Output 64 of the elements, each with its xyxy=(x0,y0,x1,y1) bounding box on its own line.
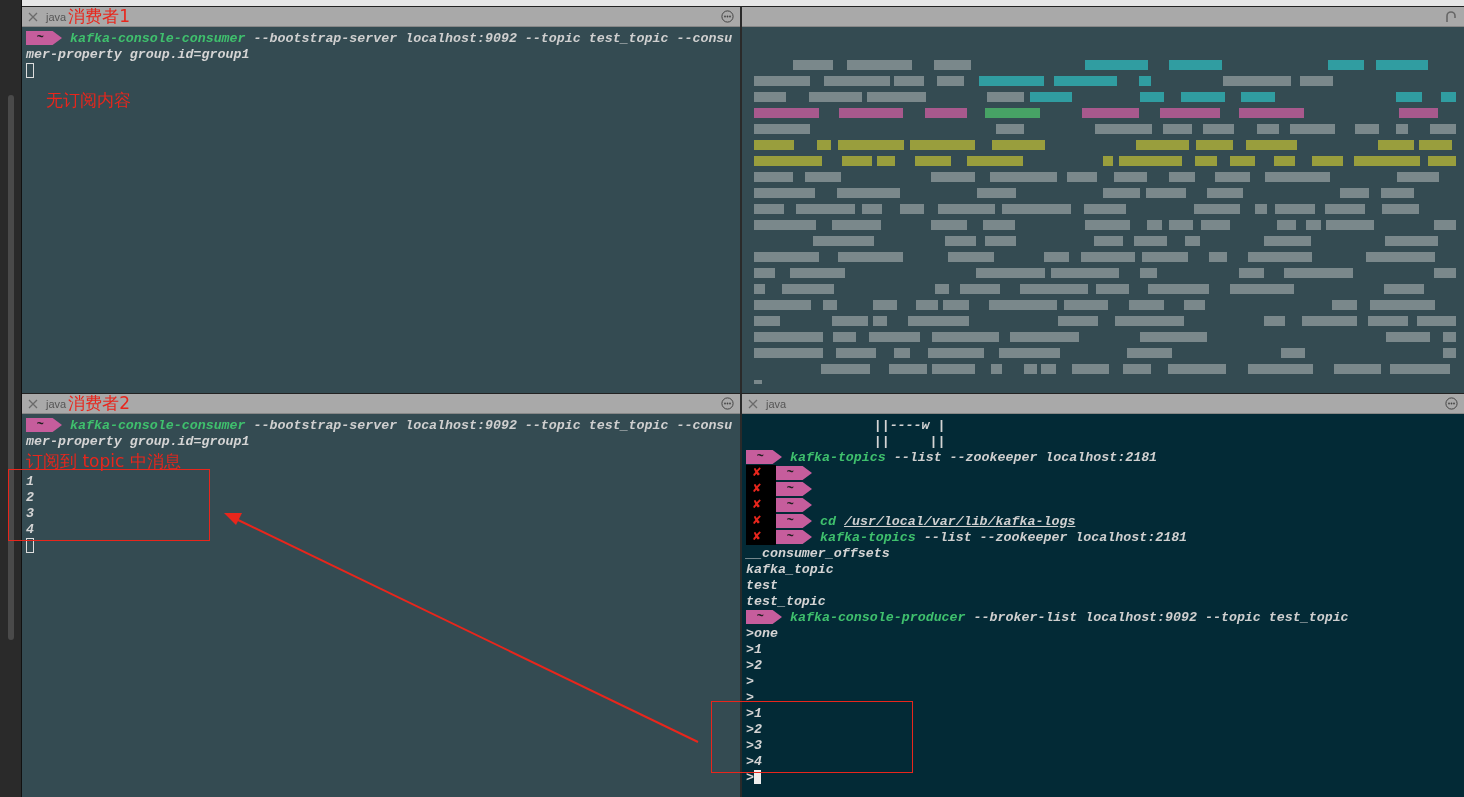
output-text: mer-property group.id=group1 xyxy=(26,46,250,62)
output-text: >4 xyxy=(746,753,762,769)
command-text: kafka-topics xyxy=(790,449,886,465)
output-text: 3 xyxy=(26,505,34,521)
error-mark: ✘ xyxy=(746,513,776,529)
output-text: 4 xyxy=(26,521,34,537)
prompt-segment: ~ xyxy=(776,498,812,512)
prompt-segment: ~ xyxy=(26,31,62,45)
more-icon[interactable] xyxy=(721,10,734,23)
argument-text: --list --zookeeper localhost:2181 xyxy=(923,529,1188,545)
text-cursor xyxy=(26,62,34,78)
annotation-text: 订阅到 topic 中消息 xyxy=(26,450,182,473)
error-mark: ✘ xyxy=(746,481,776,497)
argument-text: /usr/local/var/lib/kafka-logs xyxy=(843,513,1076,529)
prompt-segment: ~ xyxy=(746,450,782,464)
tab-title[interactable]: java xyxy=(766,397,787,410)
output-text: || || xyxy=(872,433,946,449)
output-text: 2 xyxy=(26,489,34,505)
annotation-text: 消费者1 xyxy=(68,5,130,28)
argument-text: --broker-list localhost:9092 --topic test_topic xyxy=(973,609,1349,625)
output-text: test xyxy=(746,577,778,593)
tab-title[interactable]: java xyxy=(46,10,67,23)
command-text: kafka-console-producer xyxy=(790,609,966,625)
output-text: >one xyxy=(746,625,778,641)
more-icon[interactable] xyxy=(1445,397,1458,410)
output-text: > xyxy=(746,673,754,689)
close-icon[interactable] xyxy=(28,398,38,409)
argument-text: --list --zookeeper localhost:2181 xyxy=(893,449,1158,465)
output-text: > xyxy=(746,769,754,785)
command-text: kafka-console-consumer xyxy=(70,417,246,433)
argument-text: --bootstrap-server localhost:9092 --topic test_topic --consu xyxy=(253,30,733,46)
output-text: >2 xyxy=(746,721,762,737)
prompt-segment: ~ xyxy=(746,610,782,624)
annotation-text: 消费者2 xyxy=(68,392,130,415)
prompt-segment: ~ xyxy=(26,418,62,432)
output-text: mer-property group.id=group1 xyxy=(26,433,250,449)
close-icon[interactable] xyxy=(748,398,758,409)
command-text: cd xyxy=(820,513,836,529)
command-text: kafka-topics xyxy=(820,529,916,545)
output-text: > xyxy=(746,689,754,705)
output-text: >3 xyxy=(746,737,762,753)
error-mark: ✘ xyxy=(746,529,776,545)
scrollbar-thumb[interactable] xyxy=(8,95,14,640)
output-text: >2 xyxy=(746,657,762,673)
text-cursor xyxy=(26,537,34,553)
output-text: kafka_topic xyxy=(746,561,834,577)
command-text: kafka-console-consumer xyxy=(70,30,246,46)
tab-title[interactable]: java xyxy=(46,397,67,410)
annotation-text: 无订阅内容 xyxy=(45,89,132,112)
output-text: test_topic xyxy=(746,593,826,609)
argument-text: --bootstrap-server localhost:9092 --topic test_topic --consu xyxy=(253,417,733,433)
close-icon[interactable] xyxy=(28,11,38,22)
prompt-segment: ~ xyxy=(776,482,812,496)
output-text: __consumer_offsets xyxy=(746,545,890,561)
output-text: 1 xyxy=(26,473,34,489)
error-mark: ✘ xyxy=(746,497,776,513)
more-icon[interactable] xyxy=(721,397,734,410)
prompt-segment: ~ xyxy=(776,466,812,480)
prompt-segment: ~ xyxy=(776,514,812,528)
output-text: ||----w | xyxy=(872,417,946,433)
error-mark: ✘ xyxy=(746,465,776,481)
prompt-segment: ~ xyxy=(776,530,812,544)
output-text: >1 xyxy=(746,705,762,721)
output-text: >1 xyxy=(746,641,762,657)
